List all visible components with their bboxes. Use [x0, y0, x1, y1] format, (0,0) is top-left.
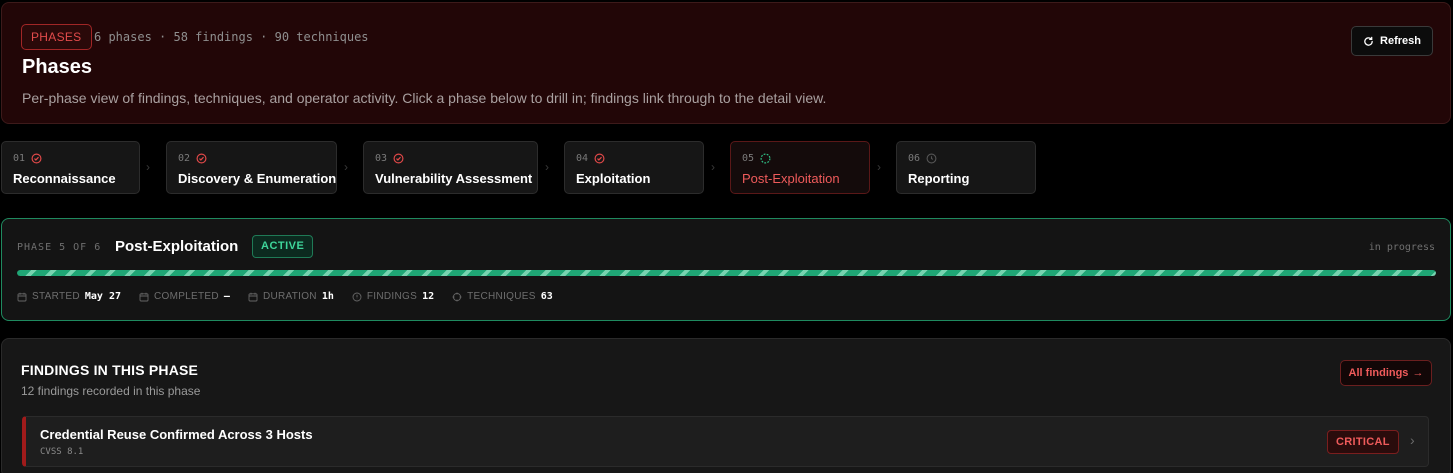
phase-step-number: 03 [375, 153, 388, 164]
check-circle-icon [31, 153, 42, 164]
chevron-right-icon: › [146, 160, 150, 174]
check-circle-icon [594, 153, 605, 164]
page-description: Per-phase view of findings, techniques, … [22, 90, 827, 106]
calendar-icon [139, 292, 149, 301]
phases-summary: 6 phases · 58 findings · 90 techniques [94, 30, 369, 44]
phases-header: PHASES 6 phases · 58 findings · 90 techn… [1, 2, 1451, 124]
phase-step-number: 04 [576, 153, 589, 164]
stat-duration: DURATION 1h [248, 291, 334, 302]
severity-badge: CRITICAL [1327, 430, 1399, 454]
refresh-button[interactable]: Refresh [1351, 26, 1433, 56]
findings-subheading: 12 findings recorded in this phase [21, 384, 201, 398]
progress-fill [17, 270, 1436, 276]
progress-bar [17, 270, 1436, 276]
chevron-right-icon: › [1410, 432, 1415, 448]
calendar-icon [17, 292, 27, 301]
progress-text: in progress [1368, 242, 1435, 253]
started-value: May 27 [84, 291, 121, 302]
phase-step-label: Reporting [908, 171, 970, 186]
phase-step-discovery[interactable]: 02 Discovery & Enumeration [166, 141, 337, 194]
finding-cvss: CVSS 8.1 [40, 447, 84, 457]
status-badge: ACTIVE [252, 235, 314, 258]
phase-step-label: Exploitation [576, 171, 651, 186]
chevron-right-icon: › [545, 160, 549, 174]
phase-step-vulnerability[interactable]: 03 Vulnerability Assessment [363, 141, 538, 194]
active-phase-name: Post-Exploitation [115, 238, 239, 255]
all-findings-button[interactable]: All findings → [1340, 360, 1432, 386]
stat-findings: FINDINGS 12 [352, 291, 434, 302]
phase-step-number: 02 [178, 153, 191, 164]
alert-circle-icon [352, 292, 362, 301]
phase-step-label: Discovery & Enumeration [178, 171, 337, 186]
refresh-icon [1364, 36, 1373, 46]
active-phase-card: PHASE 5 OF 6 Post-Exploitation ACTIVE in… [1, 218, 1451, 321]
finding-row[interactable]: Credential Reuse Confirmed Across 3 Host… [22, 416, 1429, 467]
stat-started: STARTED May 27 [17, 291, 121, 302]
all-findings-label: All findings [1348, 367, 1409, 379]
chevron-right-icon: › [877, 160, 881, 174]
phases-badge: PHASES [21, 24, 92, 50]
stat-techniques: TECHNIQUES 63 [452, 291, 553, 302]
crosshair-icon [452, 292, 462, 301]
phase-position: PHASE 5 OF 6 [17, 242, 102, 253]
phase-step-label: Vulnerability Assessment [375, 171, 533, 186]
finding-title: Credential Reuse Confirmed Across 3 Host… [40, 427, 313, 442]
findings-value: 12 [422, 291, 435, 302]
findings-heading: FINDINGS IN THIS PHASE [21, 362, 199, 378]
phase-step-post-exploitation[interactable]: 05 Post-Exploitation [730, 141, 870, 194]
completed-value: — [223, 291, 230, 302]
duration-value: 1h [321, 291, 334, 302]
phase-step-label: Post-Exploitation [742, 171, 840, 186]
arrow-right-icon: → [1412, 367, 1424, 379]
phase-step-reporting[interactable]: 06 Reporting [896, 141, 1036, 194]
phase-step-number: 05 [742, 153, 755, 164]
refresh-label: Refresh [1380, 35, 1421, 47]
check-circle-icon [393, 153, 404, 164]
phase-step-number: 01 [13, 153, 26, 164]
clock-icon [926, 153, 937, 164]
phase-step-number: 06 [908, 153, 921, 164]
phase-step-label: Reconnaissance [13, 171, 116, 186]
stat-completed: COMPLETED — [139, 291, 230, 302]
techniques-value: 63 [540, 291, 553, 302]
page-title: Phases [22, 56, 93, 78]
chevron-right-icon: › [344, 160, 348, 174]
check-circle-icon [196, 153, 207, 164]
phase-step-exploitation[interactable]: 04 Exploitation [564, 141, 704, 194]
findings-panel: FINDINGS IN THIS PHASE 12 findings recor… [1, 338, 1451, 473]
in-progress-icon [760, 153, 771, 164]
phase-step-reconnaissance[interactable]: 01 Reconnaissance [1, 141, 140, 194]
chevron-right-icon: › [711, 160, 715, 174]
calendar-icon [248, 292, 258, 301]
